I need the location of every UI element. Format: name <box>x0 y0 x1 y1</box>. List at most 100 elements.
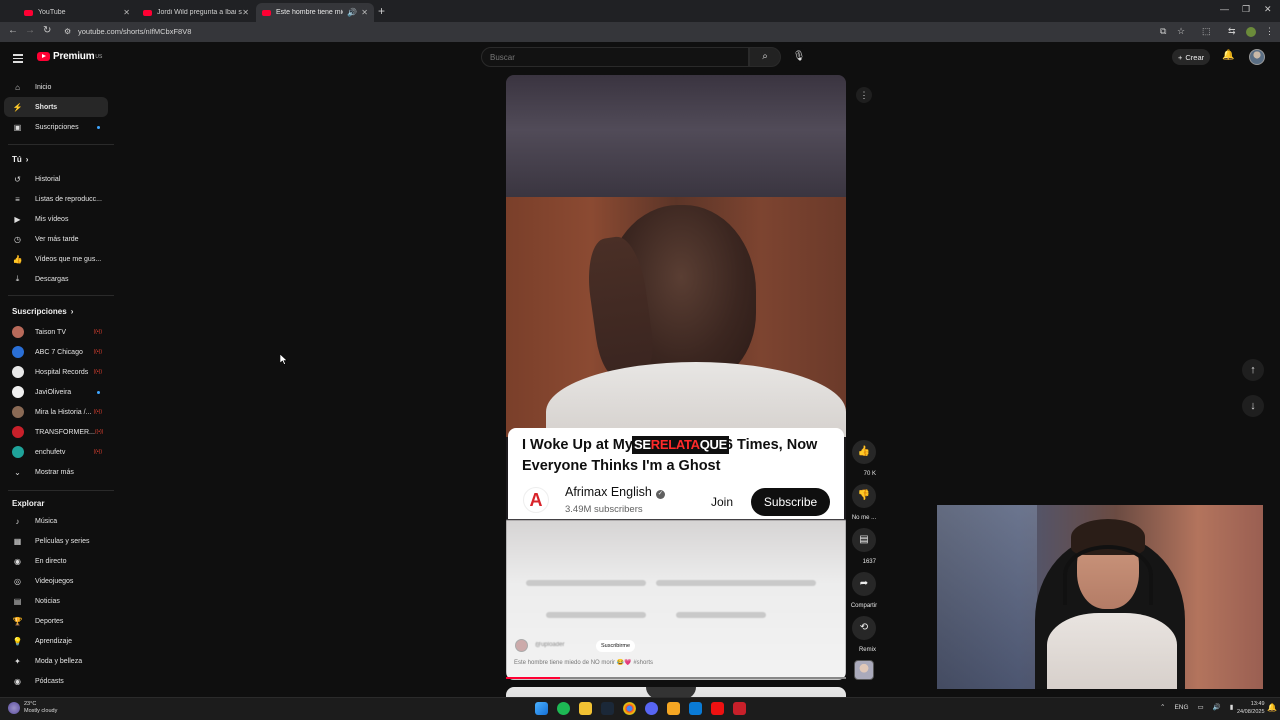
remix-button[interactable]: ⟲ Remix <box>852 616 876 654</box>
youtube-app-icon[interactable] <box>711 702 724 715</box>
sidebar-item-channel-0[interactable]: Taison TV ((•)) <box>4 322 108 342</box>
create-button[interactable]: + Crear <box>1172 49 1211 65</box>
windows-taskbar: 23°C Mostly cloudy ⌃ ENG ▭ 🔊 ▮ 13:49 24/08… <box>0 697 1280 720</box>
minimize-icon[interactable]: — <box>1220 4 1229 14</box>
card-subscribe-button[interactable]: Subscribe <box>751 488 830 516</box>
sidebar-item-channel-1[interactable]: ABC 7 Chicago ((•)) <box>4 342 108 362</box>
short-caption: Este hombre tiene miedo de NO morir 😂💗 #… <box>514 660 653 666</box>
battery-icon[interactable]: ▮ <box>1230 703 1234 711</box>
video-frame-image <box>506 197 846 437</box>
sidebar-item-show-more[interactable]: ⌄ Mostrar más <box>4 462 108 482</box>
windows-start-icon[interactable] <box>535 702 548 715</box>
like-button[interactable]: 👍 70 K <box>852 440 876 478</box>
discord-icon[interactable] <box>645 702 658 715</box>
network-icon[interactable]: ▭ <box>1198 703 1204 711</box>
reload-icon[interactable]: ↻ <box>43 25 51 36</box>
sidebar-item-history[interactable]: ↺ Historial <box>4 169 108 189</box>
comments-button[interactable]: ▤ 1637 <box>852 528 876 566</box>
forward-icon[interactable]: → <box>25 25 35 36</box>
sidebar-item-channel-4[interactable]: Mira la Historia /... ((•)) <box>4 402 108 422</box>
search-input[interactable] <box>482 48 748 67</box>
youtube-favicon-icon <box>143 9 152 16</box>
restore-icon[interactable]: ❐ <box>1242 4 1250 15</box>
sidebar-item-my-videos[interactable]: ▶ Mis vídeos <box>4 209 108 229</box>
sidebar-item-podcasts[interactable]: ◉ Pódcasts <box>4 671 108 691</box>
back-icon[interactable]: ← <box>8 25 18 36</box>
sidebar-heading-subscriptions[interactable]: Suscripciones › <box>12 307 73 316</box>
more-options-button[interactable]: ⋮ <box>856 87 872 103</box>
sidebar-item-gaming[interactable]: ◎ Videojuegos <box>4 571 108 591</box>
sidebar-item-channel-6[interactable]: enchufetv ((•)) <box>4 442 108 462</box>
sidebar-item-shorts[interactable]: ⚡ Shorts <box>4 97 108 117</box>
store-icon[interactable] <box>689 702 702 715</box>
profile-avatar-icon[interactable] <box>1246 27 1256 37</box>
audio-track-thumbnail[interactable] <box>854 660 874 680</box>
sidebar-item-playlists[interactable]: ≡ Listas de reproducc... <box>4 189 108 209</box>
sidebar-item-label: TRANSFORMER... <box>35 428 95 436</box>
browser-tab-active[interactable]: Este hombre tiene miedo d 🔊 ✕ <box>256 3 374 22</box>
sidebar-item-watch-later[interactable]: ◷ Ver más tarde <box>4 229 108 249</box>
app-icon-2[interactable] <box>733 702 746 715</box>
browser-tab-youtube[interactable]: YouTube ✕ <box>18 3 136 22</box>
sidebar-item-music[interactable]: ♪ Música <box>4 511 108 531</box>
uploader-avatar[interactable] <box>515 639 528 652</box>
sidebar-item-channel-5[interactable]: TRANSFORMER... ((•)) <box>4 422 108 442</box>
join-button[interactable]: Join <box>703 491 741 513</box>
menu-hamburger-icon[interactable] <box>13 52 23 65</box>
sidebar-item-liked[interactable]: 👍 Vídeos que me gus... <box>4 249 108 269</box>
tray-expand-icon[interactable]: ⌃ <box>1160 703 1165 711</box>
open-in-app-icon[interactable]: ⧉ <box>1160 26 1166 37</box>
steam-icon[interactable] <box>601 702 614 715</box>
sidebar-item-channel-2[interactable]: Hospital Records ((•)) <box>4 362 108 382</box>
notifications-bell-icon[interactable]: 🔔 <box>1222 50 1234 61</box>
close-tab-icon[interactable]: ✕ <box>242 8 249 17</box>
sidebar-item-subscriptions[interactable]: ▣ Suscripciones <box>4 117 108 137</box>
music-icon: ♪ <box>15 516 20 526</box>
audio-playing-icon[interactable]: 🔊 <box>347 8 357 17</box>
sidebar-item-home[interactable]: ⌂ Inicio <box>4 77 108 97</box>
voice-search-button[interactable]: 🎙 <box>790 48 808 66</box>
sidebar-item-learning[interactable]: 💡 Aprendizaje <box>4 631 108 651</box>
short-video-player[interactable] <box>506 75 846 680</box>
language-indicator[interactable]: ENG <box>1174 704 1188 711</box>
sidebar-item-sports[interactable]: 🏆 Deportes <box>4 611 108 631</box>
account-avatar[interactable] <box>1249 49 1265 65</box>
sidebar-item-channel-3[interactable]: JaviOliveira <box>4 382 108 402</box>
sidebar-item-live[interactable]: ◉ En directo <box>4 551 108 571</box>
sidebar-item-movies[interactable]: ▦ Películas y series <box>4 531 108 551</box>
sidebar-item-downloads[interactable]: ⤓ Descargas <box>4 269 108 289</box>
browser-menu-icon[interactable]: ⋮ <box>1265 26 1274 37</box>
spotify-icon[interactable] <box>557 702 570 715</box>
side-panel-icon[interactable]: ⇆ <box>1228 26 1236 37</box>
app-icon[interactable] <box>667 702 680 715</box>
next-short-button[interactable]: ↓ <box>1242 395 1264 417</box>
uploader-handle[interactable]: @uploader <box>535 642 564 648</box>
notification-center-icon[interactable]: 🔔 <box>1267 703 1277 712</box>
close-window-icon[interactable]: ✕ <box>1264 4 1272 15</box>
browser-tab-jordi[interactable]: Jordi Wild pregunta a Ibai si es ✕ <box>137 3 255 22</box>
sidebar-heading-you[interactable]: Tú › <box>12 155 28 164</box>
file-explorer-icon[interactable] <box>579 702 592 715</box>
site-info-icon[interactable]: ⚙ <box>64 27 71 36</box>
youtube-premium-logo[interactable]: Premium US <box>37 51 102 62</box>
previous-short-button[interactable]: ↑ <box>1242 359 1264 381</box>
search-button[interactable]: ⌕ <box>749 47 781 67</box>
volume-icon[interactable]: 🔊 <box>1213 703 1221 711</box>
close-tab-icon[interactable]: ✕ <box>123 8 130 17</box>
chrome-icon[interactable] <box>623 702 636 715</box>
playback-progress-bar[interactable] <box>506 677 846 679</box>
clock[interactable]: 13:49 24/08/2025 <box>1237 701 1265 716</box>
share-button[interactable]: ➦ Compartir <box>851 572 877 610</box>
weather-widget[interactable]: 23°C Mostly cloudy <box>8 701 57 715</box>
sidebar-item-fashion[interactable]: ✦ Moda y belleza <box>4 651 108 671</box>
close-tab-icon[interactable]: ✕ <box>361 8 368 17</box>
subscribe-button[interactable]: Suscribirme <box>596 640 636 652</box>
extensions-icon[interactable]: ⬚ <box>1202 26 1211 37</box>
sidebar-heading-explore[interactable]: Explorar <box>12 499 44 508</box>
dislike-button[interactable]: 👎 No me ... <box>852 484 876 522</box>
url-text[interactable]: youtube.com/shorts/nIfMCbxF8V8 <box>78 27 191 36</box>
sidebar-item-news[interactable]: ▤ Noticias <box>4 591 108 611</box>
new-tab-button[interactable]: + <box>378 4 385 18</box>
bookmark-star-icon[interactable]: ☆ <box>1177 26 1185 37</box>
sidebar-item-label: Shorts <box>35 103 58 111</box>
